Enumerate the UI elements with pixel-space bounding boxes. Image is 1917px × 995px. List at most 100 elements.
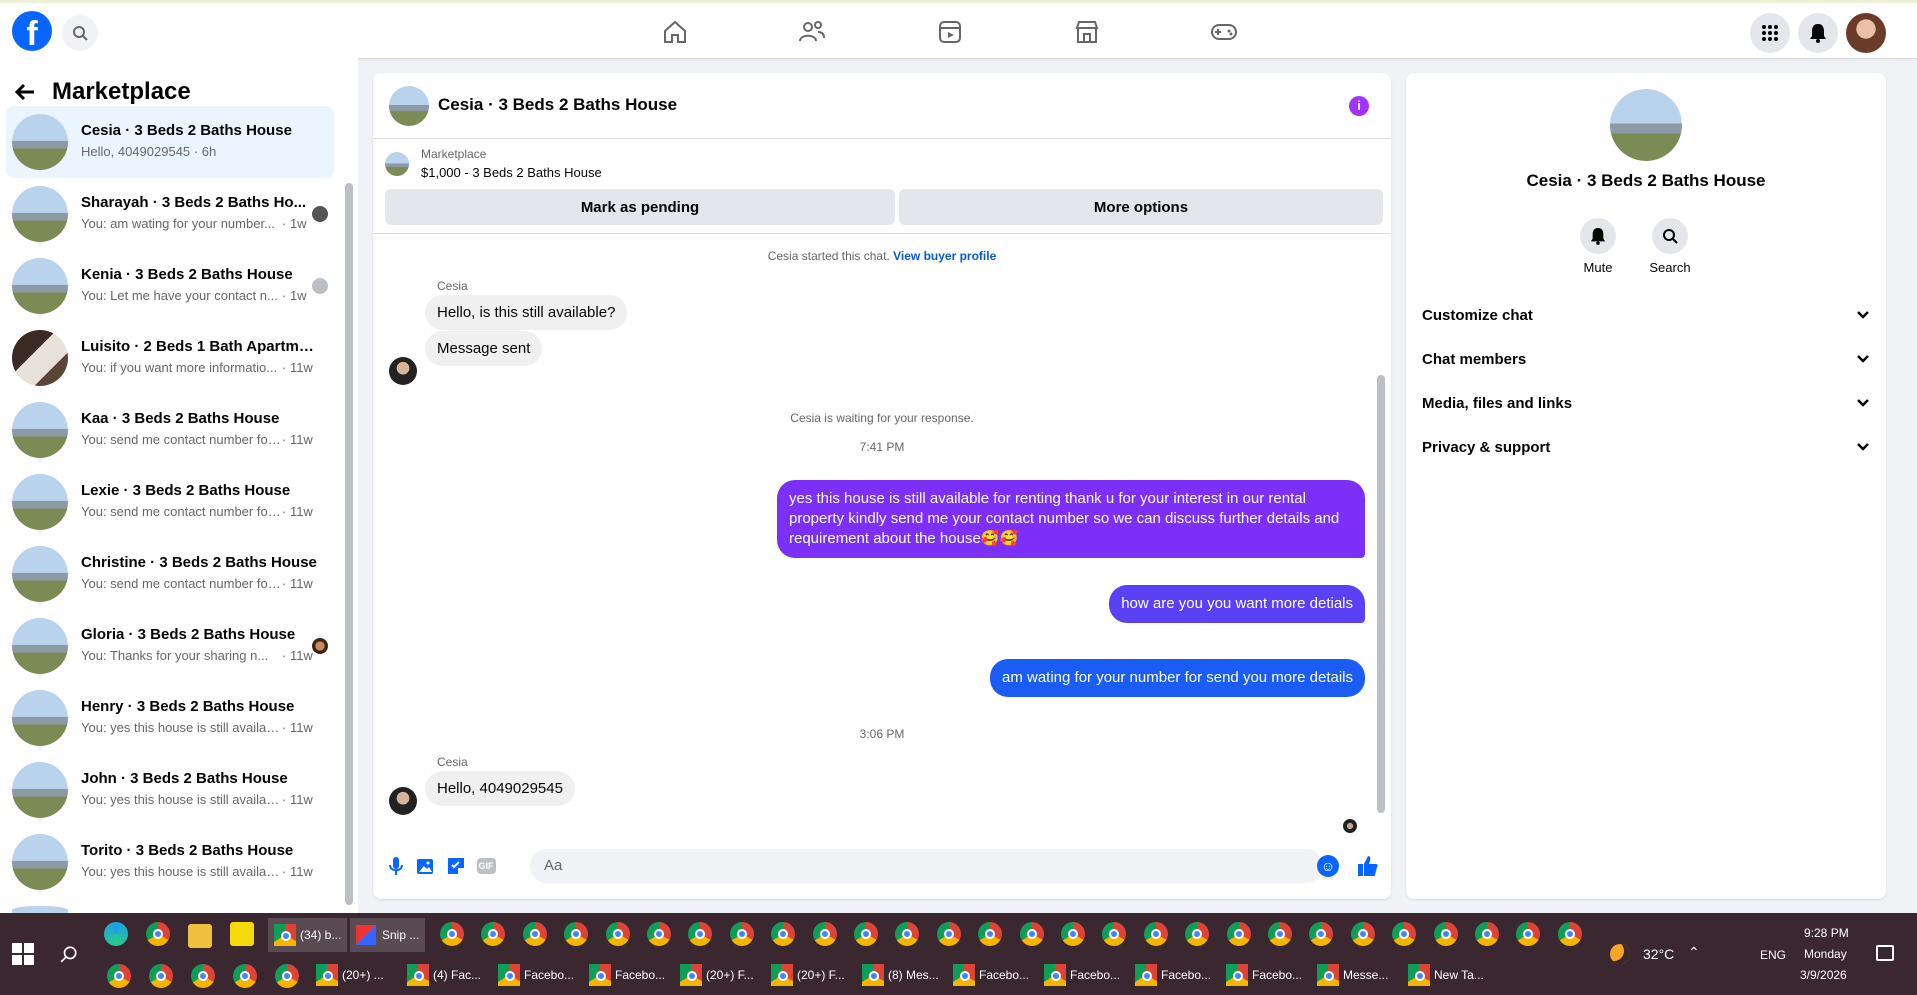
file-explorer-icon[interactable] bbox=[188, 924, 212, 948]
chrome-icon[interactable] bbox=[1185, 922, 1209, 946]
marketplace-nav-button[interactable] bbox=[1072, 17, 1102, 47]
sticker-button[interactable] bbox=[445, 855, 467, 877]
chrome-icon[interactable] bbox=[730, 922, 754, 946]
listing-thumbnail[interactable] bbox=[385, 152, 409, 176]
chrome-icon[interactable] bbox=[1392, 922, 1416, 946]
info-icon[interactable]: i bbox=[1349, 96, 1369, 116]
chrome-icon[interactable] bbox=[1434, 922, 1458, 946]
edge-icon[interactable] bbox=[104, 922, 128, 946]
conversation-item[interactable]: Kaa · 3 Beds 2 Baths House You: send me … bbox=[6, 394, 334, 466]
taskbar-chrome-window[interactable]: (34) b... bbox=[268, 918, 348, 952]
chrome-icon[interactable] bbox=[1475, 922, 1499, 946]
chrome-icon[interactable] bbox=[895, 922, 919, 946]
attach-photo-button[interactable] bbox=[415, 855, 437, 877]
incoming-message[interactable]: Hello, is this still available? bbox=[425, 295, 628, 330]
mute-circle[interactable] bbox=[1580, 218, 1616, 254]
taskbar-tab[interactable]: Facebo... bbox=[953, 960, 1029, 990]
taskbar-tab[interactable]: New Ta... bbox=[1408, 960, 1484, 990]
chrome-icon[interactable] bbox=[606, 922, 630, 946]
scrollbar-thumb[interactable] bbox=[345, 183, 353, 905]
chrome-icon[interactable] bbox=[149, 964, 173, 988]
chrome-icon[interactable] bbox=[688, 922, 712, 946]
taskbar-tab[interactable]: Facebo... bbox=[589, 960, 665, 990]
clock-day[interactable]: Monday bbox=[1804, 947, 1847, 961]
chrome-icon[interactable] bbox=[1061, 922, 1085, 946]
taskbar-tab[interactable]: (8) Mes... bbox=[862, 960, 939, 990]
chrome-icon[interactable] bbox=[978, 922, 1002, 946]
home-nav-button[interactable] bbox=[660, 17, 690, 47]
back-arrow-icon[interactable] bbox=[14, 81, 36, 103]
search-button[interactable] bbox=[62, 15, 98, 51]
taskbar-tab[interactable]: (4) Fac... bbox=[407, 960, 481, 990]
chrome-icon[interactable] bbox=[1020, 922, 1044, 946]
message-input[interactable]: Aa bbox=[530, 849, 1323, 883]
outgoing-message[interactable]: am wating for your number for send you m… bbox=[990, 659, 1365, 697]
chrome-icon[interactable] bbox=[275, 964, 299, 988]
more-options-button[interactable]: More options bbox=[899, 189, 1383, 225]
search-icon[interactable] bbox=[60, 945, 78, 963]
conversation-item[interactable]: Gloria · 3 Beds 2 Baths House You: Thank… bbox=[6, 610, 334, 682]
taskbar-tab[interactable]: Facebo... bbox=[1226, 960, 1302, 990]
conversation-item[interactable]: Sharayah · 3 Beds 2 Baths Ho... You: am … bbox=[6, 178, 334, 250]
chat-members-row[interactable]: Chat members bbox=[1422, 341, 1870, 377]
chrome-icon[interactable] bbox=[107, 964, 131, 988]
gif-button[interactable]: GIF bbox=[475, 855, 497, 877]
sender-avatar[interactable] bbox=[389, 787, 417, 815]
conversation-item[interactable]: Christine · 3 Beds 2 Baths House You: se… bbox=[6, 538, 334, 610]
notification-center-icon[interactable] bbox=[1876, 945, 1894, 961]
sidebar-scrollbar[interactable] bbox=[345, 113, 353, 905]
sticky-notes-icon[interactable] bbox=[230, 922, 254, 946]
conversation-item[interactable]: Luisito · 2 Beds 1 Bath Apartmen... You:… bbox=[6, 322, 334, 394]
chrome-icon[interactable] bbox=[146, 922, 170, 946]
windows-start-icon[interactable] bbox=[12, 943, 34, 965]
conversation-item[interactable]: Torito · 3 Beds 2 Baths House You: yes t… bbox=[6, 826, 334, 898]
listing-price[interactable]: $1,000 - 3 Beds 2 Baths House bbox=[421, 165, 602, 180]
taskbar-tab[interactable]: Messe... bbox=[1317, 960, 1388, 990]
chrome-icon[interactable] bbox=[440, 922, 464, 946]
chrome-icon[interactable] bbox=[854, 922, 878, 946]
chevron-up-icon[interactable]: ⌃ bbox=[1688, 944, 1700, 961]
conversation-item[interactable]: John · 3 Beds 2 Baths House You: yes thi… bbox=[6, 754, 334, 826]
mute-button[interactable]: Mute bbox=[1568, 218, 1628, 275]
clock-time[interactable]: 9:28 PM bbox=[1804, 926, 1849, 940]
search-chat-button[interactable]: Search bbox=[1640, 218, 1700, 275]
chrome-icon[interactable] bbox=[191, 964, 215, 988]
profile-avatar[interactable] bbox=[1846, 13, 1886, 53]
conversation-item[interactable]: Henry · 3 Beds 2 Baths House You: yes th… bbox=[6, 682, 334, 754]
media-files-links-row[interactable]: Media, files and links bbox=[1422, 385, 1870, 421]
weather-temperature[interactable]: 32°C bbox=[1643, 946, 1674, 962]
chrome-icon[interactable] bbox=[481, 922, 505, 946]
outgoing-message[interactable]: how are you you want more detials bbox=[1109, 585, 1365, 623]
scrollbar-thumb[interactable] bbox=[1377, 375, 1385, 813]
menu-button[interactable] bbox=[1750, 13, 1790, 53]
taskbar-snip-window[interactable]: Snip ... bbox=[350, 918, 426, 952]
conversation-item[interactable]: Lexie · 3 Beds 2 Baths House You: send m… bbox=[6, 466, 334, 538]
conversation-item[interactable]: Kenia · 3 Beds 2 Baths House You: Let me… bbox=[6, 250, 334, 322]
gaming-nav-button[interactable] bbox=[1209, 17, 1239, 47]
chrome-icon[interactable] bbox=[647, 922, 671, 946]
facebook-logo[interactable]: f bbox=[12, 11, 52, 51]
chrome-icon[interactable] bbox=[233, 964, 257, 988]
chrome-icon[interactable] bbox=[1268, 922, 1292, 946]
language-indicator[interactable]: ENG bbox=[1760, 948, 1786, 962]
friends-nav-button[interactable] bbox=[797, 17, 827, 47]
chrome-icon[interactable] bbox=[564, 922, 588, 946]
clock-date[interactable]: 3/9/2026 bbox=[1800, 968, 1847, 982]
chrome-icon[interactable] bbox=[1516, 922, 1540, 946]
chrome-icon[interactable] bbox=[1102, 922, 1126, 946]
chat-scrollbar[interactable] bbox=[1377, 235, 1385, 831]
incoming-message[interactable]: Message sent bbox=[425, 331, 543, 366]
search-circle[interactable] bbox=[1652, 218, 1688, 254]
chrome-icon[interactable] bbox=[1558, 922, 1582, 946]
mark-as-pending-button[interactable]: Mark as pending bbox=[385, 189, 895, 225]
chrome-icon[interactable] bbox=[1309, 922, 1333, 946]
video-nav-button[interactable] bbox=[935, 17, 965, 47]
chrome-icon[interactable] bbox=[937, 922, 961, 946]
taskbar-tab[interactable]: (20+) F... bbox=[771, 960, 845, 990]
chat-title[interactable]: Cesia · 3 Beds 2 Baths House bbox=[438, 95, 677, 115]
sender-avatar[interactable] bbox=[389, 357, 417, 385]
taskbar-tab[interactable]: Facebo... bbox=[1044, 960, 1120, 990]
privacy-support-row[interactable]: Privacy & support bbox=[1422, 429, 1870, 465]
chrome-icon[interactable] bbox=[1227, 922, 1251, 946]
outgoing-message[interactable]: yes this house is still available for re… bbox=[777, 480, 1365, 558]
